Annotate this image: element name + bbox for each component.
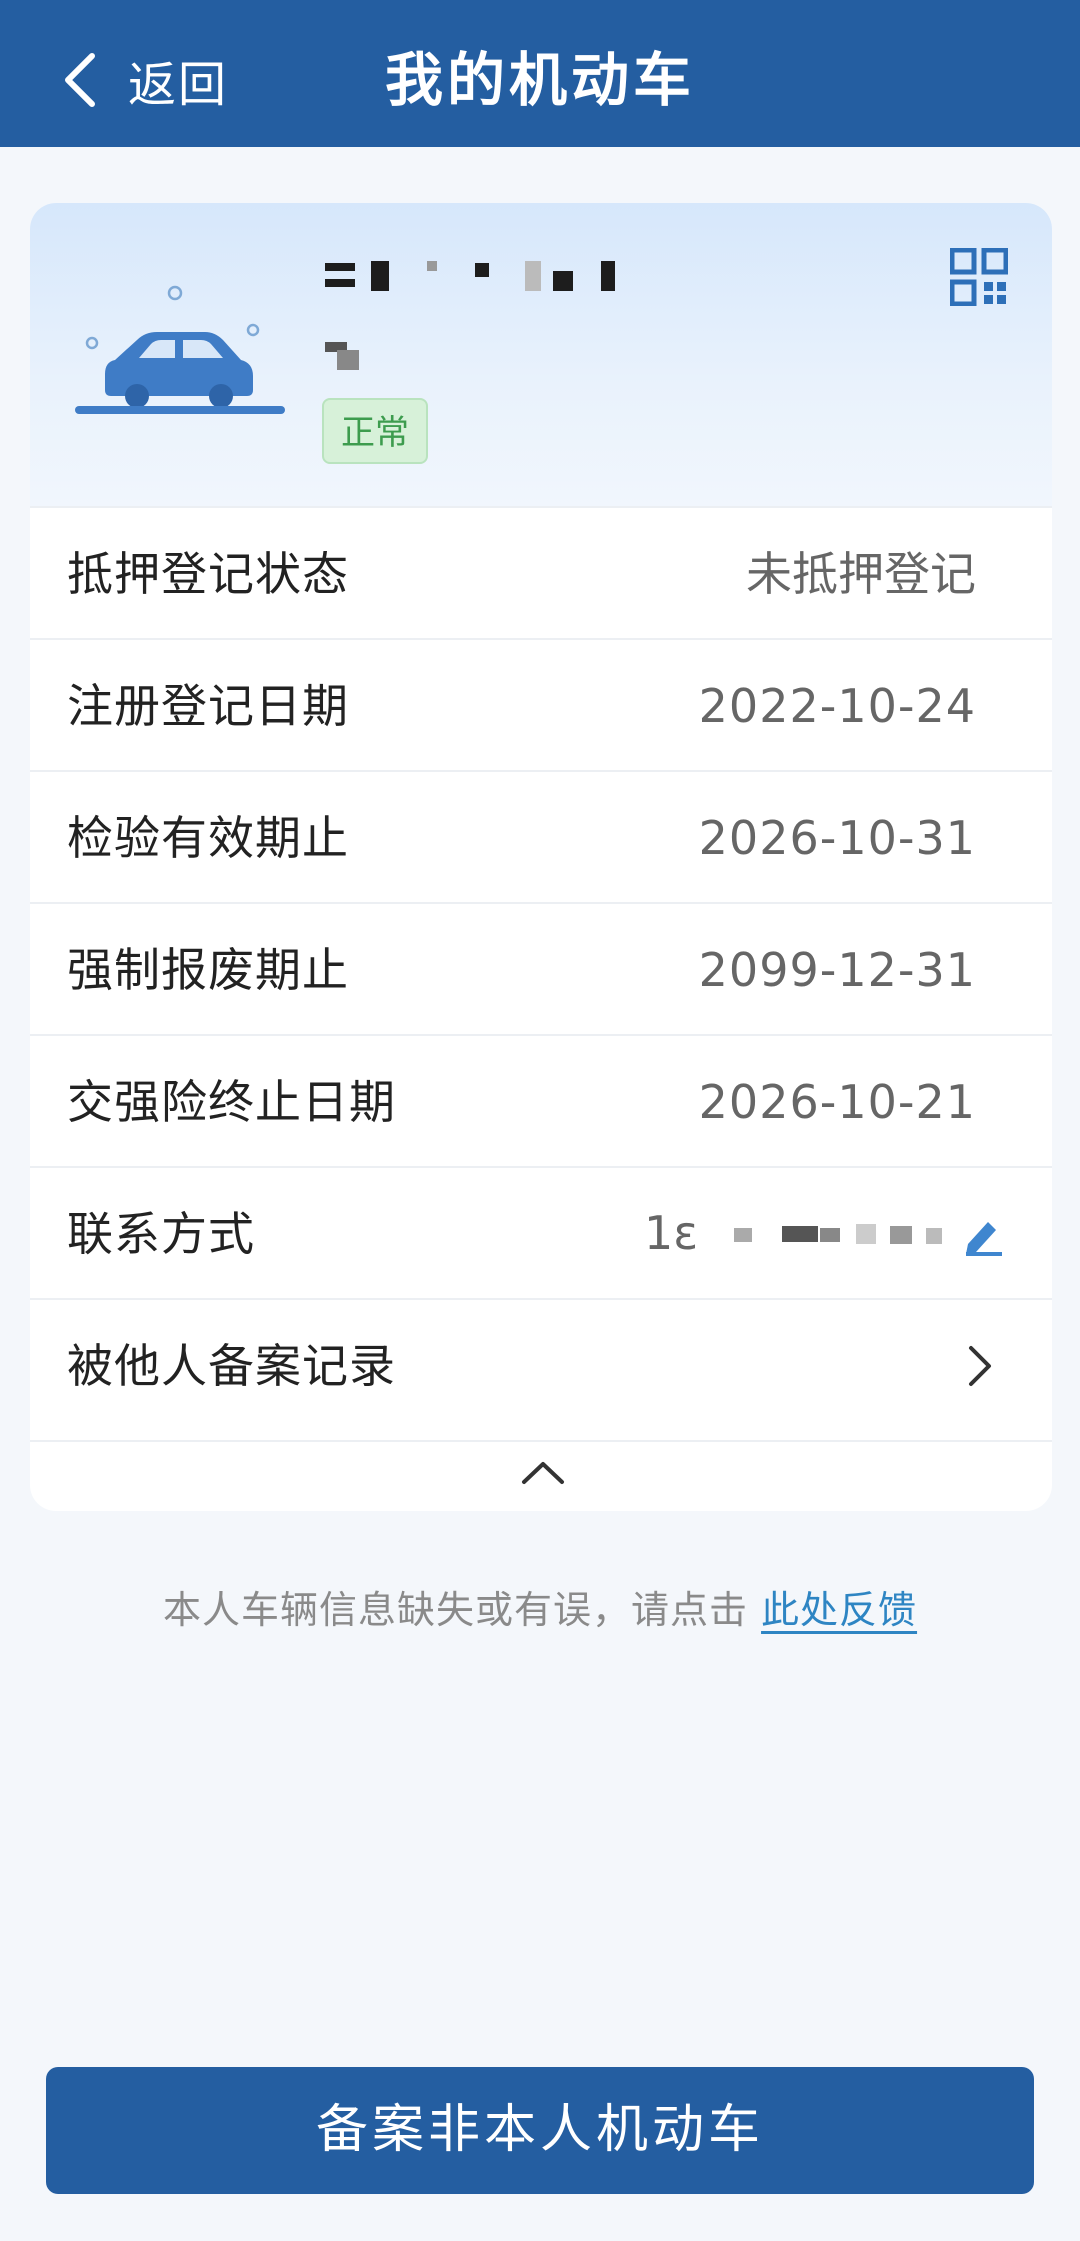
page-title: 我的机动车 <box>384 46 695 114</box>
row-label: 抵押登记状态 <box>67 547 349 601</box>
row-insurance-end-date: 交强险终止日期 2026-10-21 <box>30 1034 1052 1166</box>
row-value: 未抵押登记 <box>746 547 976 601</box>
row-contact: 联系方式 1ε <box>30 1166 1052 1298</box>
nav-header: 返回 我的机动车 <box>0 0 1080 147</box>
row-label: 强制报废期止 <box>67 943 349 997</box>
register-other-vehicle-button[interactable]: 备案非本人机动车 <box>46 2067 1034 2194</box>
feedback-line: 本人车辆信息缺失或有误，请点击 此处反馈 <box>0 1575 1080 1645</box>
plate-number-redacted <box>325 255 625 297</box>
status-badge: 正常 <box>322 398 428 464</box>
chevron-right-icon <box>969 1346 991 1386</box>
contact-phone-redacted: 1ε <box>644 1198 1004 1268</box>
vehicle-card: 正常 抵押登记状态 未抵押登记 注册登记日期 2022-10-24 检验有效期止… <box>30 203 1052 1511</box>
feedback-text: 本人车辆信息缺失或有误，请点击 <box>162 1588 748 1632</box>
vehicle-type-redacted <box>325 336 361 372</box>
row-value: 2026-10-31 <box>698 811 976 865</box>
vehicle-summary: 正常 <box>30 203 1052 506</box>
contact-prefix: 1ε <box>644 1206 699 1260</box>
qr-code-icon[interactable] <box>950 248 1008 306</box>
row-label: 联系方式 <box>67 1207 255 1261</box>
row-registration-date: 注册登记日期 2022-10-24 <box>30 638 1052 770</box>
row-mortgage-status: 抵押登记状态 未抵押登记 <box>30 506 1052 638</box>
row-label: 被他人备案记录 <box>67 1339 396 1393</box>
edit-icon[interactable] <box>962 1214 1004 1256</box>
row-label: 交强险终止日期 <box>67 1075 396 1129</box>
car-icon <box>75 285 285 414</box>
row-records-by-others[interactable]: 被他人备案记录 <box>30 1298 1052 1430</box>
row-scrap-deadline: 强制报废期止 2099-12-31 <box>30 902 1052 1034</box>
row-inspection-valid-until: 检验有效期止 2026-10-31 <box>30 770 1052 902</box>
row-value: 2026-10-21 <box>698 1075 976 1129</box>
row-label: 注册登记日期 <box>67 679 349 733</box>
chevron-up-icon <box>522 1462 564 1484</box>
feedback-link[interactable]: 此处反馈 <box>761 1588 917 1632</box>
row-label: 检验有效期止 <box>67 811 349 865</box>
collapse-button[interactable] <box>30 1440 1052 1511</box>
row-value: 2099-12-31 <box>698 943 976 997</box>
row-value: 2022-10-24 <box>698 679 976 733</box>
